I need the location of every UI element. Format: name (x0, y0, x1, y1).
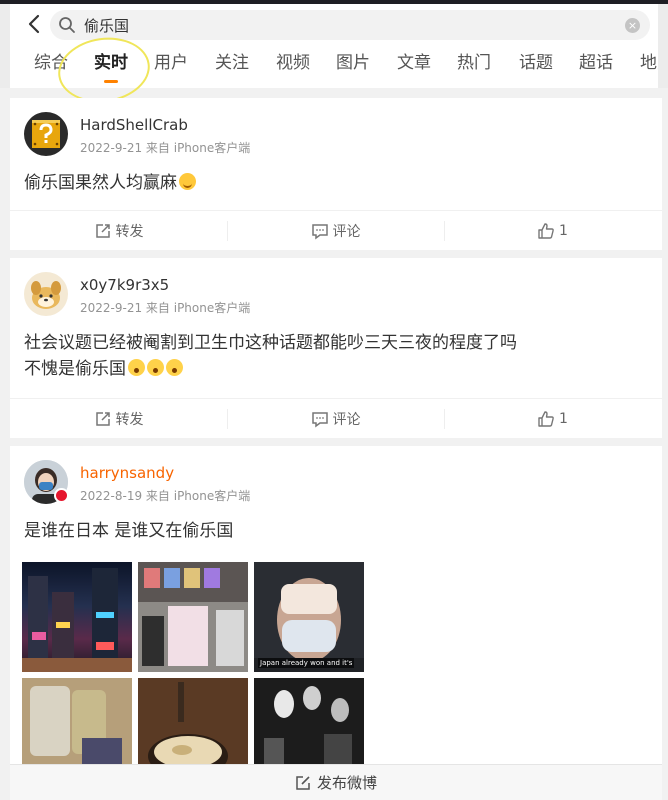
search-icon (59, 17, 75, 33)
active-tab-indicator (104, 80, 118, 83)
cartoon-dog-avatar-icon (31, 281, 61, 309)
tab-users[interactable]: 用户 (154, 50, 188, 86)
chevron-left-icon (28, 14, 40, 34)
comment-button[interactable]: 评论 (227, 211, 444, 251)
post-username[interactable]: x0y7k9r3x5 (80, 276, 169, 294)
tab-following[interactable]: 关注 (215, 50, 249, 86)
post-meta: 2022-9-21 来自 iPhone客户端 (80, 301, 251, 315)
tab-location[interactable]: 地点 (640, 50, 658, 86)
post-text: 偷乐国果然人均赢麻 (24, 170, 196, 196)
repost-button[interactable]: 转发 (10, 211, 227, 251)
tab-hot[interactable]: 热门 (457, 50, 491, 86)
tab-images[interactable]: 图片 (336, 50, 370, 86)
search-tabs: 综合 实时 用户 关注 视频 图片 文章 热门 话题 超话 地点 (10, 50, 658, 86)
scream-emoji-icon (128, 359, 145, 376)
search-input[interactable] (84, 13, 604, 37)
tab-super-topics[interactable]: 超话 (579, 50, 613, 86)
post-username[interactable]: harrynsandy (80, 464, 174, 482)
post-meta: 2022-8-19 来自 iPhone客户端 (80, 489, 251, 503)
tab-video[interactable]: 视频 (276, 50, 310, 86)
tab-articles[interactable]: 文章 (397, 50, 431, 86)
thumbs-up-icon (538, 223, 554, 239)
like-button[interactable]: 1 (444, 399, 661, 439)
repost-icon (95, 224, 110, 238)
city-night-photo (22, 568, 132, 672)
compose-post-button[interactable]: 发布微博 (10, 764, 662, 800)
comment-icon (311, 412, 328, 428)
photo-caption: Japan already won and it's (258, 658, 355, 668)
scream-emoji-icon (147, 359, 164, 376)
face-mask-selfie-photo (254, 578, 364, 672)
clear-search-icon[interactable]: × (625, 18, 640, 33)
tab-comprehensive[interactable]: 综合 (34, 50, 68, 86)
post-card: HardShellCrab 2022-9-21 来自 iPhone客户端 偷乐国… (10, 98, 662, 250)
scream-emoji-icon (166, 359, 183, 376)
photo-thumbnail[interactable] (22, 562, 132, 672)
like-button[interactable]: 1 (444, 211, 661, 251)
photo-thumbnail[interactable] (138, 562, 248, 672)
post-card: harrynsandy 2022-8-19 来自 iPhone客户端 是谁在日本… (10, 446, 662, 788)
post-text: 是谁在日本 是谁又在偷乐国 (24, 521, 234, 541)
post-card: x0y7k9r3x5 2022-9-21 来自 iPhone客户端 社会议题已经… (10, 258, 662, 438)
search-header: × 综合 实时 用户 关注 视频 图片 文章 热门 话题 超话 地点 (0, 4, 668, 88)
back-button[interactable] (22, 12, 46, 36)
tab-realtime[interactable]: 实时 (94, 50, 128, 86)
comment-button[interactable]: 评论 (227, 399, 444, 439)
post-username[interactable]: HardShellCrab (80, 116, 188, 134)
avatar[interactable] (24, 112, 68, 156)
tab-topics[interactable]: 话题 (519, 50, 553, 86)
verified-badge-icon (54, 488, 69, 503)
post-text: 社会议题已经被阉割到卫生巾这种话题都能吵三天三夜的程度了吗 不愧是偷乐国 (24, 333, 517, 379)
smile-emoji-icon (179, 173, 196, 190)
comment-icon (311, 224, 328, 240)
question-block-avatar-icon (32, 120, 60, 148)
post-actions: 转发 评论 1 (10, 210, 662, 250)
search-bar[interactable]: × (50, 10, 650, 40)
thumbs-up-icon (538, 411, 554, 427)
post-actions: 转发 评论 1 (10, 398, 662, 438)
photo-thumbnail[interactable]: Japan already won and it's (254, 562, 364, 672)
repost-icon (95, 412, 110, 426)
shop-display-photo (138, 562, 248, 666)
avatar[interactable] (24, 272, 68, 316)
post-meta: 2022-9-21 来自 iPhone客户端 (80, 141, 251, 155)
edit-icon (296, 775, 310, 790)
repost-button[interactable]: 转发 (10, 399, 227, 439)
